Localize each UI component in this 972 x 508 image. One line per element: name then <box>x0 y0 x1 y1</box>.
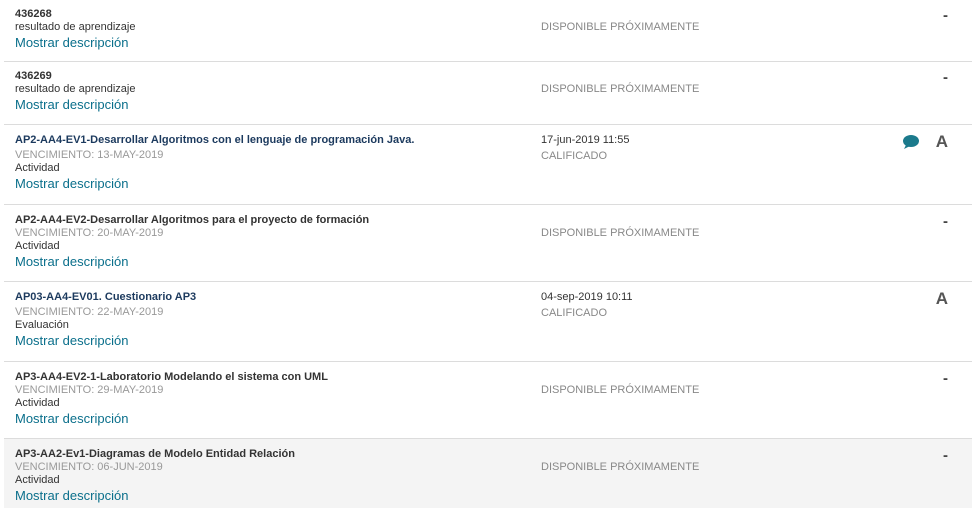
grade-value: - <box>943 213 948 230</box>
item-title: AP3-AA2-Ev1-Diagramas de Modelo Entidad … <box>15 448 295 460</box>
item-type: resultado de aprendizaje <box>15 83 136 95</box>
item-type: Actividad <box>15 240 60 252</box>
item-info: AP2-AA4-EV2-Desarrollar Algoritmos para … <box>15 214 535 271</box>
grade-cell: - <box>943 7 948 25</box>
submission-date: 17-jun-2019 11:55 <box>541 134 630 146</box>
grade-value: A <box>935 132 948 151</box>
grade-cell: A <box>936 289 948 309</box>
item-type: Actividad <box>15 397 60 409</box>
item-type: Evaluación <box>15 319 69 331</box>
grade-row: AP3-AA4-EV2-1-Laboratorio Modelando el s… <box>4 362 972 439</box>
item-status: DISPONIBLE PRÓXIMAMENTE <box>541 227 801 240</box>
grade-value: - <box>943 370 948 387</box>
item-status: 04-sep-2019 10:11 CALIFICADO <box>541 291 801 320</box>
show-description-link[interactable]: Mostrar descripción <box>15 487 128 504</box>
show-description-link[interactable]: Mostrar descripción <box>15 253 128 270</box>
status-label: DISPONIBLE PRÓXIMAMENTE <box>541 21 700 33</box>
status-label: DISPONIBLE PRÓXIMAMENTE <box>541 461 700 473</box>
item-info: AP3-AA2-Ev1-Diagramas de Modelo Entidad … <box>15 448 535 505</box>
due-date: VENCIMIENTO: 06-JUN-2019 <box>15 461 163 473</box>
status-label: CALIFICADO <box>541 150 608 162</box>
show-description-link[interactable]: Mostrar descripción <box>15 34 128 51</box>
grade-value: - <box>943 7 948 24</box>
grade-row: 436268 resultado de aprendizaje Mostrar … <box>4 0 972 62</box>
show-description-link[interactable]: Mostrar descripción <box>15 96 128 113</box>
item-status: DISPONIBLE PRÓXIMAMENTE <box>541 461 801 474</box>
item-info: AP03-AA4-EV01. Cuestionario AP3 VENCIMIE… <box>15 291 535 350</box>
status-label: DISPONIBLE PRÓXIMAMENTE <box>541 384 700 396</box>
grade-value: A <box>935 289 948 308</box>
grade-row: 436269 resultado de aprendizaje Mostrar … <box>4 62 972 125</box>
grade-cell: - <box>943 69 948 87</box>
grade-value: - <box>943 69 948 86</box>
item-title-link[interactable]: AP03-AA4-EV01. Cuestionario AP3 <box>15 291 535 304</box>
due-date: VENCIMIENTO: 22-MAY-2019 <box>15 306 164 318</box>
status-label: CALIFICADO <box>541 307 608 319</box>
item-info: AP2-AA4-EV1-Desarrollar Algoritmos con e… <box>15 134 535 193</box>
grade-cell: - <box>943 447 948 465</box>
submission-date: 04-sep-2019 10:11 <box>541 291 633 303</box>
item-status: DISPONIBLE PRÓXIMAMENTE <box>541 21 801 34</box>
show-description-link[interactable]: Mostrar descripción <box>15 332 128 349</box>
grade-cell: A <box>936 132 948 152</box>
item-type: resultado de aprendizaje <box>15 21 136 33</box>
show-description-link[interactable]: Mostrar descripción <box>15 410 128 427</box>
grade-row: AP2-AA4-EV1-Desarrollar Algoritmos con e… <box>4 125 972 205</box>
item-title: 436268 <box>15 8 52 20</box>
due-date: VENCIMIENTO: 20-MAY-2019 <box>15 227 164 239</box>
item-title: AP2-AA4-EV2-Desarrollar Algoritmos para … <box>15 214 370 226</box>
item-title-link[interactable]: AP2-AA4-EV1-Desarrollar Algoritmos con e… <box>15 134 535 147</box>
status-label: DISPONIBLE PRÓXIMAMENTE <box>541 227 700 239</box>
item-type: Actividad <box>15 474 60 486</box>
item-info: AP3-AA4-EV2-1-Laboratorio Modelando el s… <box>15 371 535 428</box>
item-title: 436269 <box>15 70 52 82</box>
show-description-link[interactable]: Mostrar descripción <box>15 175 128 192</box>
speech-bubble-icon[interactable] <box>902 134 920 150</box>
item-type: Actividad <box>15 162 60 174</box>
item-status: DISPONIBLE PRÓXIMAMENTE <box>541 384 801 397</box>
item-info: 436269 resultado de aprendizaje Mostrar … <box>15 70 535 114</box>
item-status: 17-jun-2019 11:55 CALIFICADO <box>541 134 801 163</box>
status-label: DISPONIBLE PRÓXIMAMENTE <box>541 83 700 95</box>
grade-value: - <box>943 447 948 464</box>
grade-cell: - <box>943 213 948 231</box>
grade-row: AP2-AA4-EV2-Desarrollar Algoritmos para … <box>4 205 972 282</box>
due-date: VENCIMIENTO: 29-MAY-2019 <box>15 384 164 396</box>
item-title: AP3-AA4-EV2-1-Laboratorio Modelando el s… <box>15 371 328 383</box>
item-info: 436268 resultado de aprendizaje Mostrar … <box>15 8 535 52</box>
due-date: VENCIMIENTO: 13-MAY-2019 <box>15 149 164 161</box>
grade-cell: - <box>943 370 948 388</box>
item-status: DISPONIBLE PRÓXIMAMENTE <box>541 83 801 96</box>
grade-row: AP3-AA2-Ev1-Diagramas de Modelo Entidad … <box>4 438 972 508</box>
grade-row: AP03-AA4-EV01. Cuestionario AP3 VENCIMIE… <box>4 282 972 362</box>
